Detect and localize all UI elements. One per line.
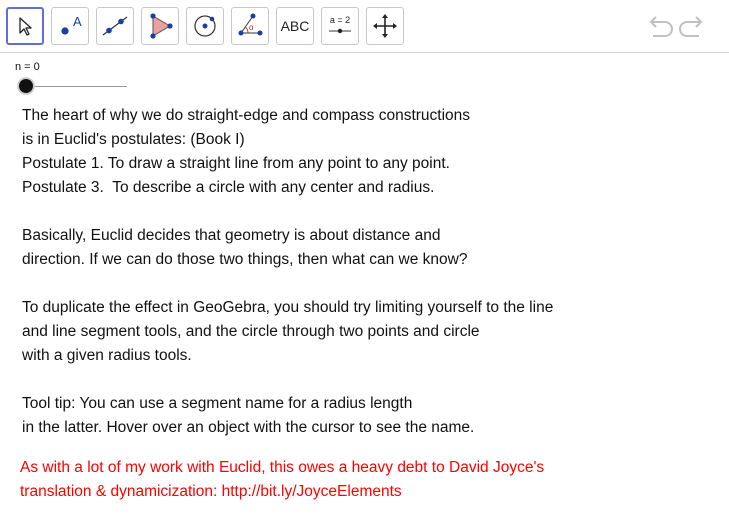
text-tool-button[interactable]: ABC [276, 7, 314, 45]
text-line: Tool tip: You can use a segment name for… [22, 395, 413, 412]
point-tool-button[interactable]: A [51, 7, 89, 45]
slider-n-label: n = 0 [15, 61, 40, 73]
triangle-icon [150, 13, 173, 39]
point-tool-letter: A [73, 14, 82, 29]
text-line: direction. If we can do those two things… [22, 251, 468, 268]
polygon-tool-button[interactable] [141, 7, 179, 45]
slider-tool-button[interactable]: a = 2 [321, 7, 359, 45]
text-line: is in Euclid's postulates: (Book I) [22, 131, 245, 148]
text-line: in the latter. Hover over an object with… [22, 419, 475, 436]
paragraph-distance-direction: Basically, Euclid decides that geometry … [22, 224, 467, 272]
credit-line: As with a lot of my work with Euclid, th… [20, 459, 545, 476]
slider-tool-icon: a = 2 [329, 15, 351, 34]
slider-tool-label: a = 2 [330, 15, 350, 25]
text-line: Basically, Euclid decides that geometry … [22, 227, 441, 244]
paragraph-tool-tip: Tool tip: You can use a segment name for… [22, 392, 474, 440]
angle-icon: α [238, 13, 263, 36]
text-line: To duplicate the effect in GeoGebra, you… [22, 299, 554, 316]
line-tool-button[interactable] [96, 7, 134, 45]
angle-tool-alpha: α [249, 23, 254, 32]
arrow-cursor-icon [19, 17, 32, 36]
text-line: Postulate 3. To describe a circle with a… [22, 179, 435, 196]
paragraph-postulates: The heart of why we do straight-edge and… [22, 104, 470, 200]
circle-tool-button[interactable] [186, 7, 224, 45]
credit-line: translation & dynamicization: http://bit… [20, 483, 402, 500]
text-line: with a given radius tools. [22, 347, 192, 364]
undo-icon[interactable] [643, 12, 673, 40]
line-through-points-icon [102, 16, 128, 36]
text-line: Postulate 1. To draw a straight line fro… [22, 155, 450, 172]
text-line: and line segment tools, and the circle t… [22, 323, 480, 340]
toolbar: A α ABC a = 2 [0, 0, 729, 53]
point-label-icon: A [61, 14, 82, 35]
four-way-arrow-icon [373, 14, 397, 38]
slider-n-knob[interactable] [19, 79, 33, 93]
move-tool-button[interactable] [6, 7, 44, 45]
credit-note: As with a lot of my work with Euclid, th… [20, 456, 544, 504]
slider-n-track[interactable] [26, 86, 127, 87]
angle-tool-button[interactable]: α [231, 7, 269, 45]
text-tool-label: ABC [280, 18, 310, 34]
move-graphics-view-button[interactable] [366, 7, 404, 45]
text-line: The heart of why we do straight-edge and… [22, 107, 471, 124]
circle-center-point-icon [194, 15, 216, 37]
redo-icon[interactable] [679, 12, 709, 40]
paragraph-geogebra-tools: To duplicate the effect in GeoGebra, you… [22, 296, 553, 368]
